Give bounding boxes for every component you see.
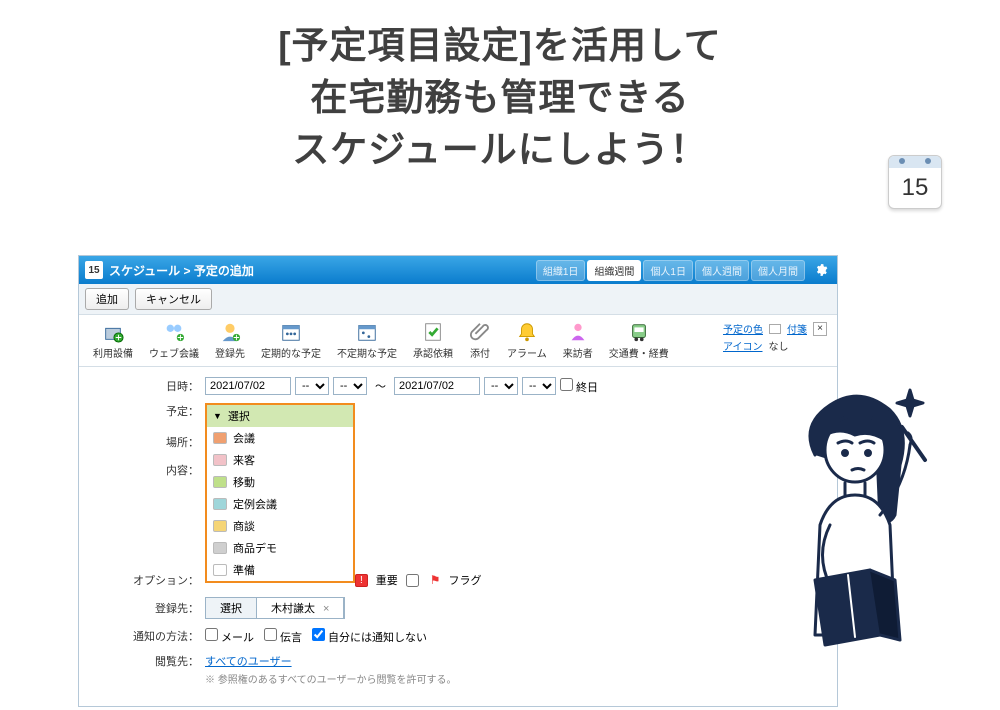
swatch-icon <box>213 564 227 576</box>
notify-label: 通知の方法： <box>89 628 205 644</box>
toolbar-right: 予定の色 付箋 × アイコン なし <box>719 319 831 362</box>
viewers-hint: ※ 参照権のあるすべてのユーザーから閲覧を許可する。 <box>205 671 456 686</box>
notify-mail-checkbox[interactable] <box>205 628 218 641</box>
dropdown-item-▼選択[interactable]: ▼選択 <box>207 405 353 427</box>
swatch-icon <box>213 498 227 510</box>
facility-icon <box>102 321 124 343</box>
gear-icon[interactable] <box>811 260 831 280</box>
toolbar: 利用設備ウェブ会議登録先定期的な予定不定期な予定承認依頼添付アラーム来訪者交通費… <box>79 315 837 367</box>
viewers-link[interactable]: すべてのユーザー <box>205 653 292 669</box>
swatch-icon <box>213 520 227 532</box>
start-min-select[interactable]: -- <box>333 377 367 395</box>
register-to-label: 登録先： <box>89 600 205 616</box>
swatch-icon <box>213 454 227 466</box>
flag-icon: ⚑ <box>430 573 441 587</box>
allday-checkbox[interactable] <box>560 378 573 391</box>
notify-self-checkbox[interactable] <box>312 628 325 641</box>
close-icon[interactable]: × <box>323 603 329 615</box>
postit-link[interactable]: 付箋 <box>787 321 807 336</box>
start-hour-select[interactable]: -- <box>295 377 329 395</box>
person-illustration <box>760 375 960 680</box>
headline-line1: [予定項目設定]を活用して <box>40 20 960 72</box>
view-個人1日[interactable]: 個人1日 <box>643 260 693 281</box>
view-組織1日[interactable]: 組織1日 <box>536 260 586 281</box>
yotei-label: 予定： <box>89 403 205 419</box>
headline: [予定項目設定]を活用して 在宅勤務も管理できる スケジュールにしよう！ <box>0 0 1000 183</box>
transport-icon <box>628 321 650 343</box>
webmtg-icon <box>163 321 185 343</box>
dropdown-item-来客[interactable]: 来客 <box>207 449 353 471</box>
flag-checkbox[interactable] <box>406 574 419 587</box>
recurring-icon <box>280 321 302 343</box>
approval-icon <box>422 321 444 343</box>
form: 日時： -- -- ～ -- -- 終日 予定： ▼選択会議来客移動定例会議商談… <box>79 367 837 706</box>
dropdown-item-商品デモ[interactable]: 商品デモ <box>207 537 353 559</box>
datetime-label: 日時： <box>89 378 205 394</box>
important-badge: ! <box>355 574 368 587</box>
dropdown-item-移動[interactable]: 移動 <box>207 471 353 493</box>
dropdown-item-定例会議[interactable]: 定例会議 <box>207 493 353 515</box>
register-icon <box>219 321 241 343</box>
tool-recurring[interactable]: 定期的な予定 <box>253 319 329 362</box>
visitor-icon <box>567 321 589 343</box>
swatch-icon <box>213 542 227 554</box>
irregular-icon <box>356 321 378 343</box>
calendar-emoji-icon: 15 <box>888 155 942 209</box>
start-date-input[interactable] <box>205 377 291 395</box>
tool-register[interactable]: 登録先 <box>207 319 253 362</box>
app-window: 15 スケジュール > 予定の追加 組織1日組織週間個人1日個人週間個人月間 追… <box>78 255 838 707</box>
swatch-icon <box>213 476 227 488</box>
action-bar: 追加 キャンセル <box>79 284 837 315</box>
breadcrumb: スケジュール > 予定の追加 <box>109 262 536 279</box>
notify-mail-wrapper[interactable]: メール <box>205 628 254 645</box>
allday-wrapper[interactable]: 終日 <box>560 378 598 395</box>
tool-approval[interactable]: 承認依頼 <box>405 319 461 362</box>
add-button[interactable]: 追加 <box>85 288 129 310</box>
headline-line3: スケジュールにしよう！ <box>40 124 960 176</box>
content-label: 内容： <box>89 462 205 478</box>
tab-木村謙太[interactable]: 木村謙太× <box>257 598 344 618</box>
tool-visitor[interactable]: 来訪者 <box>555 319 601 362</box>
tool-transport[interactable]: 交通費・経費 <box>601 319 677 362</box>
end-hour-select[interactable]: -- <box>484 377 518 395</box>
dropdown-item-商談[interactable]: 商談 <box>207 515 353 537</box>
color-swatch <box>769 324 781 334</box>
yotei-dropdown-open[interactable]: ▼選択会議来客移動定例会議商談商品デモ準備 <box>205 403 355 583</box>
app-icon: 15 <box>85 261 103 279</box>
tool-webmtg[interactable]: ウェブ会議 <box>141 319 207 362</box>
tool-attach[interactable]: 添付 <box>461 319 499 362</box>
dropdown-item-会議[interactable]: 会議 <box>207 427 353 449</box>
dropdown-item-準備[interactable]: 準備 <box>207 559 353 581</box>
titlebar: 15 スケジュール > 予定の追加 組織1日組織週間個人1日個人週間個人月間 <box>79 256 837 284</box>
tool-irregular[interactable]: 不定期な予定 <box>329 319 405 362</box>
viewers-label: 閲覧先： <box>89 653 205 669</box>
close-icon[interactable]: × <box>813 322 827 336</box>
icon-link[interactable]: アイコン <box>723 338 763 353</box>
icon-value: なし <box>769 338 789 353</box>
headline-line2: 在宅勤務も管理できる <box>40 72 960 124</box>
color-link[interactable]: 予定の色 <box>723 321 763 336</box>
cancel-button[interactable]: キャンセル <box>135 288 212 310</box>
notify-dengon-checkbox[interactable] <box>264 628 277 641</box>
view-switcher: 組織1日組織週間個人1日個人週間個人月間 <box>536 260 805 281</box>
end-date-input[interactable] <box>394 377 480 395</box>
tool-facility[interactable]: 利用設備 <box>85 319 141 362</box>
view-個人週間[interactable]: 個人週間 <box>695 260 749 281</box>
attach-icon <box>469 321 491 343</box>
end-min-select[interactable]: -- <box>522 377 556 395</box>
notify-self-wrapper[interactable]: 自分には通知しない <box>312 628 427 645</box>
option-label: オプション： <box>89 572 205 588</box>
view-組織週間[interactable]: 組織週間 <box>587 260 641 281</box>
notify-dengon-wrapper[interactable]: 伝言 <box>264 628 302 645</box>
alarm-icon <box>516 321 538 343</box>
swatch-icon <box>213 432 227 444</box>
view-個人月間[interactable]: 個人月間 <box>751 260 805 281</box>
tab-選択[interactable]: 選択 <box>206 598 257 618</box>
tool-alarm[interactable]: アラーム <box>499 319 555 362</box>
place-label: 場所： <box>89 434 205 450</box>
register-tabs: 選択木村謙太× <box>205 597 345 619</box>
tilde: ～ <box>371 378 390 394</box>
